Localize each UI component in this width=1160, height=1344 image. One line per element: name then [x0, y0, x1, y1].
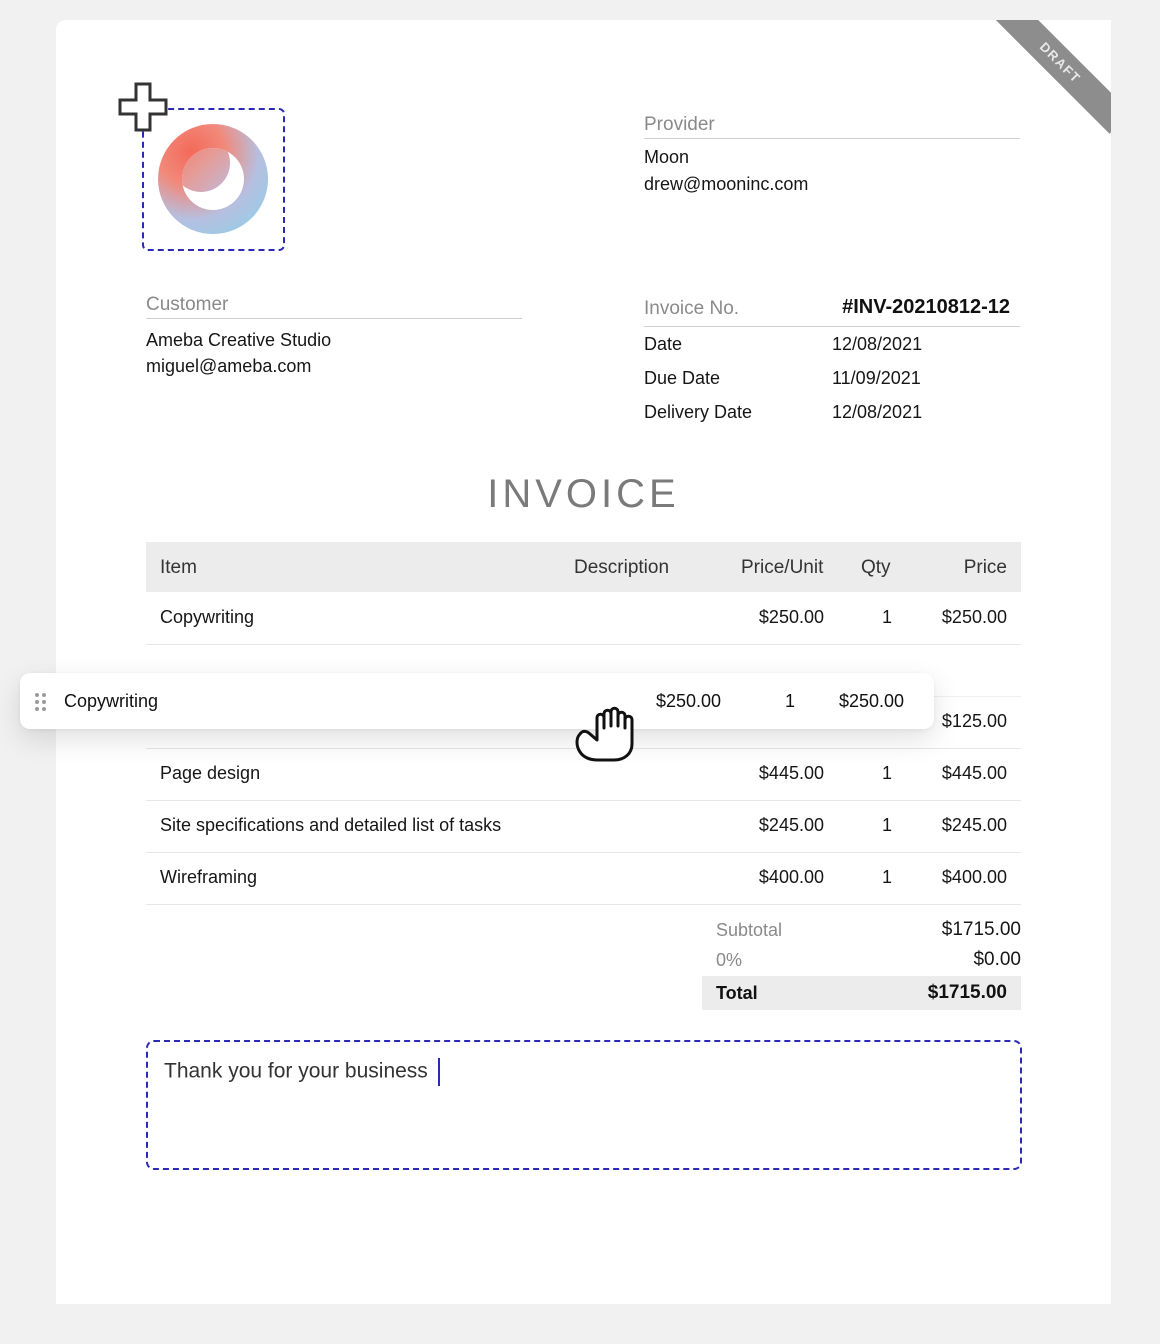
grip-icon[interactable]: [35, 693, 49, 713]
subtotal-value: $1715.00: [941, 919, 1021, 940]
date-label: Date: [644, 334, 683, 354]
provider-name[interactable]: Moon: [644, 147, 689, 168]
row-item[interactable]: Wireframing: [160, 867, 257, 888]
subtotal-label: Subtotal: [716, 920, 783, 940]
row-qty[interactable]: 1: [882, 763, 892, 784]
header-price: Price: [963, 557, 1007, 578]
table-row[interactable]: Site specifications and detailed list of…: [146, 800, 1021, 853]
row-price-unit[interactable]: $400.00: [759, 867, 824, 888]
row-price-unit[interactable]: $250.00: [759, 607, 824, 628]
date-value[interactable]: 12/08/2021: [832, 334, 922, 355]
dragged-row[interactable]: Copywriting $250.00 1 $250.00: [20, 673, 934, 729]
tax-value: $0.00: [973, 949, 1021, 970]
customer-label: Customer: [146, 294, 522, 319]
row-price-unit[interactable]: $445.00: [759, 763, 824, 784]
due-date-value[interactable]: 11/09/2021: [832, 368, 921, 389]
header-item: Item: [160, 557, 197, 578]
row-item[interactable]: Site specifications and detailed list of…: [160, 815, 501, 836]
header-description: Description: [574, 557, 670, 578]
invoice-number-label: Invoice No.: [644, 298, 740, 319]
grab-hand-icon: [575, 706, 634, 762]
invoice-title: INVOICE: [487, 472, 680, 516]
dragged-row-price: $250.00: [839, 691, 905, 711]
tax-label[interactable]: 0%: [716, 950, 742, 971]
plus-icon[interactable]: [118, 82, 168, 132]
row-price[interactable]: $125.00: [942, 711, 1007, 732]
company-logo: [158, 124, 268, 234]
table-header: Item Description Price/Unit Qty Price: [146, 542, 1021, 592]
notes-text[interactable]: Thank you for your business: [164, 1060, 428, 1083]
notes-field[interactable]: Thank you for your business: [146, 1040, 1022, 1170]
total-value: $1715.00: [927, 982, 1007, 1003]
row-price-unit[interactable]: $245.00: [759, 815, 824, 836]
row-qty[interactable]: 1: [882, 815, 892, 836]
total-label: Total: [716, 983, 758, 1003]
table-row[interactable]: Wireframing $400.00 1 $400.00: [146, 852, 1021, 905]
dragged-row-price-unit: $250.00: [656, 691, 722, 711]
row-qty[interactable]: 1: [882, 867, 892, 888]
dragged-row-item: Copywriting: [64, 691, 159, 711]
delivery-date-value[interactable]: 12/08/2021: [832, 402, 922, 423]
table-row[interactable]: Copywriting $250.00 1 $250.00: [146, 592, 1021, 645]
invoice-number-row: Invoice No. #INV-20210812-12: [644, 296, 1020, 327]
total-row: Total $1715.00: [702, 976, 1021, 1010]
due-date-label: Due Date: [644, 368, 721, 388]
provider-email[interactable]: drew@mooninc.com: [644, 174, 808, 195]
customer-name[interactable]: Ameba Creative Studio: [146, 330, 331, 351]
invoice-number-value[interactable]: #INV-20210812-12: [842, 296, 1010, 319]
header-qty: Qty: [861, 557, 891, 578]
row-qty[interactable]: 1: [882, 607, 892, 628]
row-item[interactable]: Copywriting: [160, 607, 254, 628]
text-caret: [437, 1058, 440, 1086]
row-item[interactable]: Page design: [160, 763, 260, 784]
provider-label: Provider: [644, 114, 1020, 139]
row-price[interactable]: $250.00: [942, 607, 1007, 628]
header-price-unit: Price/Unit: [741, 557, 824, 578]
row-price[interactable]: $400.00: [942, 867, 1007, 888]
row-price[interactable]: $245.00: [942, 815, 1007, 836]
dragged-row-qty: 1: [785, 691, 796, 711]
row-price[interactable]: $445.00: [942, 763, 1007, 784]
customer-email[interactable]: miguel@ameba.com: [146, 356, 311, 377]
delivery-date-label: Delivery Date: [644, 402, 753, 422]
